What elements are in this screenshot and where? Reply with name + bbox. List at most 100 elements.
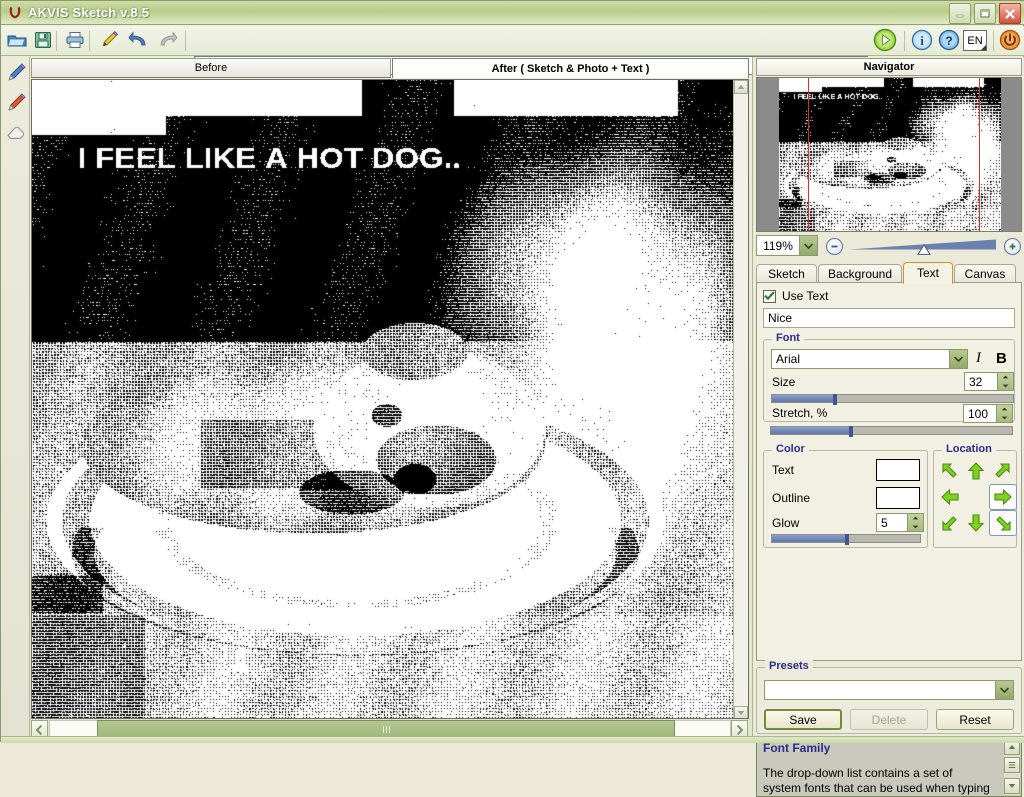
size-stepper[interactable]: 32	[964, 372, 1014, 391]
glow-stepper[interactable]: 5	[876, 513, 924, 532]
chevron-down-icon[interactable]	[799, 236, 817, 255]
use-text-label: Use Text	[782, 289, 829, 303]
tools-sidebar	[1, 57, 30, 743]
zoom-value: 119%	[763, 238, 793, 253]
tab-sketch[interactable]: Sketch	[756, 264, 817, 283]
maximize-button[interactable]	[974, 3, 996, 24]
chevron-up-icon[interactable]	[908, 514, 923, 523]
title-bar: AKVIS Sketch v.8.5	[1, 1, 1024, 25]
location-left-button[interactable]	[937, 485, 963, 509]
location-up-button[interactable]	[963, 459, 989, 483]
print-button[interactable]	[63, 29, 87, 53]
open-button[interactable]	[5, 29, 29, 53]
reset-preset-button[interactable]: Reset	[936, 709, 1014, 730]
font-family-select[interactable]: Arial	[771, 349, 968, 369]
zoom-in-button[interactable]	[1004, 238, 1021, 255]
view-tabs: Before After ( Sketch & Photo + Text )	[31, 58, 749, 78]
use-text-checkbox[interactable]	[763, 289, 776, 303]
sidebar-item-pencil-red[interactable]	[3, 92, 28, 117]
glow-slider-knob[interactable]	[845, 534, 849, 545]
tab-canvas[interactable]: Canvas	[954, 264, 1016, 283]
size-slider-knob[interactable]	[833, 394, 838, 405]
pencil-blue-icon	[5, 62, 27, 87]
zoom-slider-thumb[interactable]	[917, 243, 931, 255]
chevron-down-icon[interactable]	[949, 350, 967, 368]
scroll-down-button[interactable]	[734, 706, 748, 718]
bold-toggle[interactable]: B	[996, 350, 1007, 367]
size-value: 32	[969, 374, 983, 389]
image-canvas-area[interactable]	[31, 79, 749, 719]
hint-scrollbar[interactable]	[1004, 739, 1020, 795]
presets-group-label: Presets	[765, 660, 813, 672]
exit-button[interactable]	[997, 28, 1023, 54]
chevron-down-icon[interactable]	[995, 681, 1013, 699]
info-icon: i	[911, 29, 933, 54]
pencil-edit-icon	[99, 30, 119, 53]
tab-before[interactable]: Before	[31, 58, 391, 78]
sidebar-item-pencil-blue[interactable]	[3, 62, 28, 87]
presets-section: Presets Save Delete Reset	[756, 660, 1022, 734]
zoom-out-button[interactable]	[826, 238, 843, 255]
canvas-vertical-scrollbar[interactable]	[733, 80, 748, 718]
chevron-down-icon[interactable]	[998, 382, 1013, 391]
location-down-right-button[interactable]	[989, 510, 1017, 536]
presets-select[interactable]	[764, 680, 1014, 700]
application-window: AKVIS Sketch v.8.5 i ? EN Before After (…	[0, 0, 1024, 797]
text-content-input[interactable]: Nice	[763, 308, 1015, 328]
stretch-slider[interactable]	[770, 426, 1013, 437]
size-slider[interactable]	[771, 394, 1014, 405]
redo-button[interactable]	[155, 29, 179, 53]
run-play-icon	[873, 28, 897, 55]
delete-preset-button[interactable]: Delete	[850, 709, 928, 730]
about-button[interactable]: i	[909, 28, 935, 54]
tab-background[interactable]: Background	[818, 264, 902, 283]
akvis-horseshoe-logo-icon	[7, 5, 23, 21]
location-down-left-button[interactable]	[937, 511, 963, 535]
location-right-button[interactable]	[989, 484, 1017, 510]
color-group-label: Color	[772, 443, 809, 455]
chevron-down-icon[interactable]	[908, 523, 923, 532]
run-button[interactable]	[872, 28, 898, 54]
undo-button[interactable]	[127, 29, 151, 53]
text-color-swatch[interactable]	[876, 459, 920, 481]
minimize-button[interactable]	[949, 3, 971, 24]
stretch-slider-knob[interactable]	[849, 426, 854, 437]
zoom-select[interactable]: 119%	[756, 235, 818, 256]
save-button[interactable]	[31, 29, 55, 53]
outline-color-swatch[interactable]	[876, 487, 920, 509]
tab-text[interactable]: Text	[903, 262, 953, 284]
navigator-title: Navigator	[756, 58, 1022, 76]
chevron-down-icon[interactable]	[997, 414, 1012, 423]
edit-button[interactable]	[97, 29, 121, 53]
location-up-left-button[interactable]	[937, 459, 963, 483]
stretch-stepper[interactable]: 100	[963, 404, 1013, 423]
scroll-up-button[interactable]	[734, 80, 748, 94]
location-up-right-button[interactable]	[989, 459, 1015, 483]
size-spin-buttons[interactable]	[997, 373, 1013, 390]
hint-scroll-down-button[interactable]	[1004, 778, 1020, 794]
chevron-up-icon[interactable]	[998, 373, 1013, 382]
undo-arrow-icon	[128, 30, 150, 52]
glow-slider[interactable]	[771, 534, 921, 545]
italic-toggle[interactable]: I	[976, 350, 981, 367]
navigator-preview[interactable]	[756, 77, 1022, 232]
save-preset-button[interactable]: Save	[764, 709, 842, 730]
close-button[interactable]	[999, 3, 1021, 24]
navigator-thumbnail[interactable]	[779, 78, 1001, 231]
hint-scroll-thumb[interactable]	[1004, 757, 1020, 773]
help-button[interactable]: ?	[936, 28, 962, 54]
sidebar-item-eraser[interactable]	[3, 122, 28, 147]
navigator-viewport-left-edge	[808, 78, 809, 231]
stretch-spin-buttons[interactable]	[996, 405, 1012, 422]
sketch-preview-image[interactable]	[32, 80, 734, 718]
language-button[interactable]: EN	[963, 30, 987, 51]
outline-color-label: Outline	[772, 491, 811, 505]
toolbar-separator-3	[185, 31, 186, 51]
chevron-up-icon[interactable]	[997, 405, 1012, 414]
pencil-red-icon	[5, 92, 27, 117]
tab-after[interactable]: After ( Sketch & Photo + Text )	[392, 58, 749, 78]
location-down-button[interactable]	[963, 511, 989, 535]
use-text-checkbox-row[interactable]: Use Text	[763, 289, 828, 303]
glow-spin-buttons[interactable]	[907, 514, 923, 531]
presets-value	[765, 681, 995, 699]
